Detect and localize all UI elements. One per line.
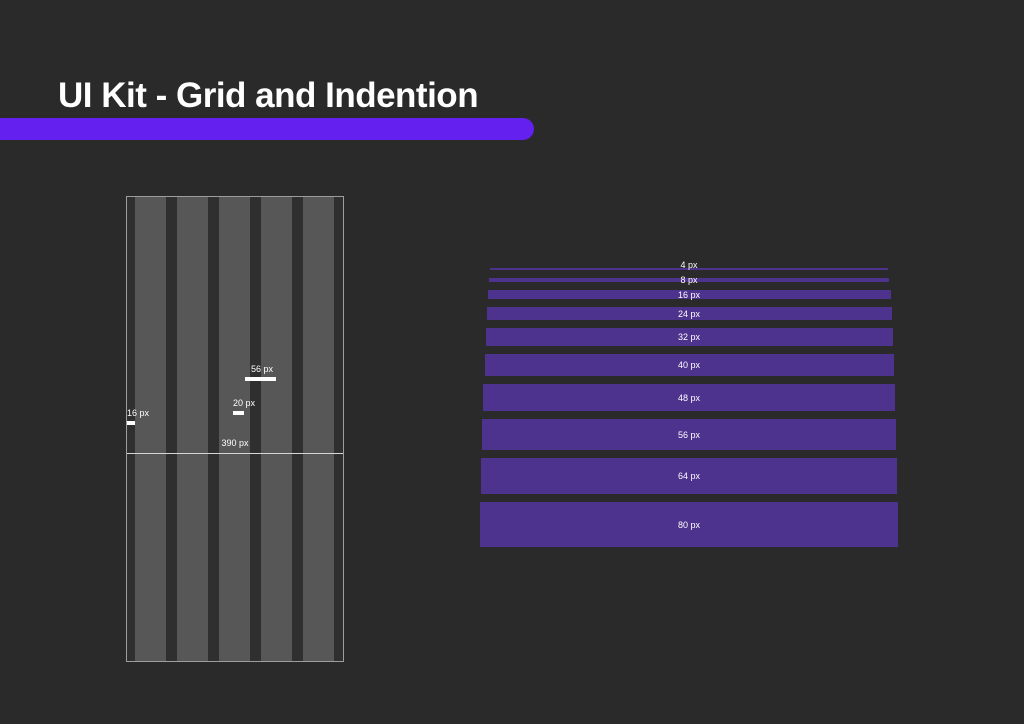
grid-gutter	[292, 197, 303, 661]
grid-margin-right	[334, 197, 342, 661]
spacing-40: 40 px	[480, 354, 898, 376]
spacing-80: 80 px	[480, 502, 898, 547]
grid-gutter	[250, 197, 261, 661]
margin-width-label: 16 px	[127, 408, 149, 418]
full-width-measure-line	[127, 453, 343, 454]
slide: UI Kit - Grid and Indention 56 px 20 px …	[0, 0, 1024, 724]
spacing-32: 32 px	[480, 328, 898, 346]
grid-column	[261, 197, 292, 661]
column-width-marker	[245, 377, 276, 381]
grid-margin-left	[127, 197, 135, 661]
gutter-width-marker	[233, 411, 244, 415]
spacing-8: 8 px	[480, 278, 898, 282]
title-underline	[0, 118, 534, 140]
spacing-4: 4 px	[480, 268, 898, 270]
grid-gutter	[208, 197, 219, 661]
spacing-label: 64 px	[678, 471, 700, 481]
page-title: UI Kit - Grid and Indention	[58, 76, 478, 116]
spacing-label: 56 px	[678, 430, 700, 440]
spacing-label: 48 px	[678, 393, 700, 403]
spacing-scale: 4 px 8 px 16 px 24 px 32 px 40 px 48 px	[480, 268, 898, 555]
grid-columns	[127, 197, 343, 661]
spacing-16: 16 px	[480, 290, 898, 299]
grid-column	[135, 197, 166, 661]
margin-width-marker	[127, 421, 135, 425]
gutter-width-label: 20 px	[233, 398, 255, 408]
grid-column	[303, 197, 334, 661]
grid-column	[177, 197, 208, 661]
spacing-label: 4 px	[680, 260, 697, 270]
spacing-label: 16 px	[678, 290, 700, 300]
spacing-56: 56 px	[480, 419, 898, 450]
spacing-label: 24 px	[678, 309, 700, 319]
grid-preview-panel: 56 px 20 px 16 px 390 px	[126, 196, 344, 662]
spacing-48: 48 px	[480, 384, 898, 411]
column-width-label: 56 px	[251, 364, 273, 374]
spacing-24: 24 px	[480, 307, 898, 320]
spacing-label: 80 px	[678, 520, 700, 530]
spacing-label: 40 px	[678, 360, 700, 370]
full-width-label: 390 px	[221, 438, 248, 448]
grid-column	[219, 197, 250, 661]
spacing-label: 32 px	[678, 332, 700, 342]
spacing-64: 64 px	[480, 458, 898, 494]
grid-gutter	[166, 197, 177, 661]
spacing-label: 8 px	[680, 275, 697, 285]
